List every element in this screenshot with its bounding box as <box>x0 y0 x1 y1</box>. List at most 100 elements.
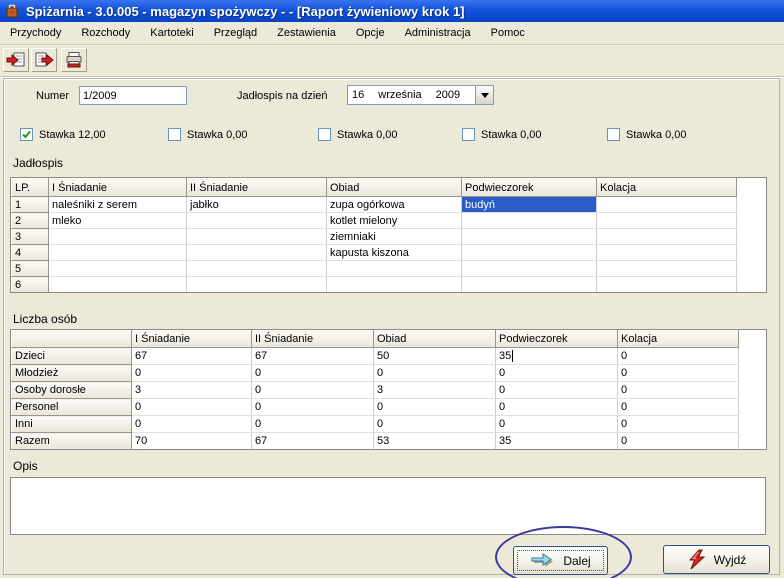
grid-cell[interactable] <box>597 245 737 261</box>
print-button[interactable] <box>61 48 87 72</box>
grid-cell[interactable] <box>187 229 327 245</box>
grid-cell[interactable] <box>49 277 187 293</box>
grid-cell[interactable]: 0 <box>252 365 374 382</box>
grid-cell[interactable] <box>462 213 597 229</box>
jadlospis-grid: LP. I Śniadanie II Śniadanie Obiad Podwi… <box>10 177 767 293</box>
grid-cell[interactable]: 0 <box>374 365 496 382</box>
menu-zestawienia[interactable]: Zestawienia <box>267 24 346 42</box>
grid-cell[interactable]: zupa ogórkowa <box>327 197 462 213</box>
grid-cell[interactable]: 0 <box>132 416 252 433</box>
column-header: Kolacja <box>597 179 737 197</box>
menu-rozchody[interactable]: Rozchody <box>71 24 140 42</box>
table-row: Osoby dorosłe 3 0 3 0 0 <box>12 382 739 399</box>
dalej-button[interactable]: Dalej <box>513 546 608 575</box>
menu-przeglad[interactable]: Przegląd <box>204 24 267 42</box>
grid-cell[interactable]: 0 <box>252 399 374 416</box>
grid-cell[interactable] <box>597 277 737 293</box>
wyjdz-button[interactable]: Wyjdź <box>663 545 770 574</box>
menu-kartoteki[interactable]: Kartoteki <box>140 24 203 42</box>
grid-cell-editing[interactable]: 35 <box>496 348 618 365</box>
grid-cell[interactable]: 50 <box>374 348 496 365</box>
grid-cell[interactable] <box>462 229 597 245</box>
grid-cell[interactable] <box>49 245 187 261</box>
grid-cell: 53 <box>374 433 496 450</box>
date-dropdown-button[interactable] <box>475 86 493 104</box>
toolbar <box>0 45 784 77</box>
grid-cell[interactable]: kapusta kiszona <box>327 245 462 261</box>
grid-cell[interactable]: 67 <box>132 348 252 365</box>
grid-cell[interactable] <box>597 213 737 229</box>
menu-pomoc[interactable]: Pomoc <box>481 24 535 42</box>
grid-cell[interactable] <box>49 261 187 277</box>
grid-cell[interactable] <box>462 245 597 261</box>
grid-cell-selected[interactable]: budyń <box>462 197 597 213</box>
grid-cell[interactable]: 0 <box>618 416 739 433</box>
grid-cell[interactable]: 0 <box>496 365 618 382</box>
grid-cell[interactable] <box>597 197 737 213</box>
grid-cell[interactable] <box>597 261 737 277</box>
grid-cell[interactable]: mleko <box>49 213 187 229</box>
grid-cell[interactable]: 3 <box>374 382 496 399</box>
grid-cell[interactable]: 0 <box>496 416 618 433</box>
stawka-label: Stawka 12,00 <box>39 129 106 141</box>
stawka-checkbox-5[interactable]: Stawka 0,00 <box>607 128 687 141</box>
grid-cell[interactable]: 3 <box>132 382 252 399</box>
stawka-checkbox-4[interactable]: Stawka 0,00 <box>462 128 542 141</box>
dalej-label: Dalej <box>563 554 590 568</box>
grid-cell[interactable]: 0 <box>374 399 496 416</box>
wyjdz-label: Wyjdź <box>714 553 747 567</box>
grid-cell[interactable]: 0 <box>132 365 252 382</box>
grid-cell[interactable]: 0 <box>252 382 374 399</box>
grid-cell[interactable]: 0 <box>252 416 374 433</box>
grid-cell[interactable] <box>597 229 737 245</box>
grid-cell[interactable]: naleśniki z serem <box>49 197 187 213</box>
grid-cell: 70 <box>132 433 252 450</box>
checkbox-unchecked-icon[interactable] <box>168 128 181 141</box>
grid-cell[interactable]: kotlet mielony <box>327 213 462 229</box>
column-header: Obiad <box>374 331 496 348</box>
date-value: 16 września 2009 <box>348 89 475 101</box>
grid-cell[interactable] <box>327 261 462 277</box>
grid-cell[interactable]: 0 <box>496 399 618 416</box>
numer-input[interactable]: 1/2009 <box>79 86 187 105</box>
grid-cell[interactable] <box>462 261 597 277</box>
window-title: Spiżarnia - 3.0.005 - magazyn spożywczy … <box>26 4 465 19</box>
checkbox-unchecked-icon[interactable] <box>318 128 331 141</box>
menu-opcje[interactable]: Opcje <box>346 24 395 42</box>
column-header: Kolacja <box>618 331 739 348</box>
grid-cell[interactable] <box>327 277 462 293</box>
grid-cell[interactable] <box>187 277 327 293</box>
grid-cell[interactable]: 0 <box>618 348 739 365</box>
date-day: 16 <box>352 89 364 101</box>
stawka-checkbox-3[interactable]: Stawka 0,00 <box>318 128 398 141</box>
checkbox-unchecked-icon[interactable] <box>607 128 620 141</box>
grid-cell[interactable] <box>187 261 327 277</box>
stawka-checkbox-2[interactable]: Stawka 0,00 <box>168 128 248 141</box>
checkbox-checked-icon[interactable] <box>20 128 33 141</box>
grid-cell[interactable]: 0 <box>496 382 618 399</box>
export-document-button[interactable] <box>31 48 57 72</box>
grid-cell[interactable]: 0 <box>132 399 252 416</box>
grid-cell[interactable]: jabłko <box>187 197 327 213</box>
grid-cell[interactable]: 0 <box>618 382 739 399</box>
checkbox-unchecked-icon[interactable] <box>462 128 475 141</box>
grid-cell[interactable]: 67 <box>252 348 374 365</box>
menu-przychody[interactable]: Przychody <box>0 24 71 42</box>
grid-cell[interactable]: 0 <box>618 399 739 416</box>
stawka-checkbox-1[interactable]: Stawka 12,00 <box>20 128 106 141</box>
grid-cell[interactable] <box>187 213 327 229</box>
date-combobox[interactable]: 16 września 2009 <box>347 85 494 105</box>
row-label: Młodzież <box>12 365 132 382</box>
grid-cell[interactable]: 0 <box>374 416 496 433</box>
opis-textarea[interactable] <box>10 477 766 535</box>
numer-value: 1/2009 <box>83 90 117 102</box>
numer-label: Numer <box>36 90 69 102</box>
grid-cell[interactable]: 0 <box>618 365 739 382</box>
grid-cell[interactable] <box>462 277 597 293</box>
grid-cell[interactable] <box>187 245 327 261</box>
import-document-button[interactable] <box>3 48 29 72</box>
menu-administracja[interactable]: Administracja <box>395 24 481 42</box>
grid-cell[interactable] <box>49 229 187 245</box>
grid-cell[interactable]: ziemniaki <box>327 229 462 245</box>
row-label: Inni <box>12 416 132 433</box>
